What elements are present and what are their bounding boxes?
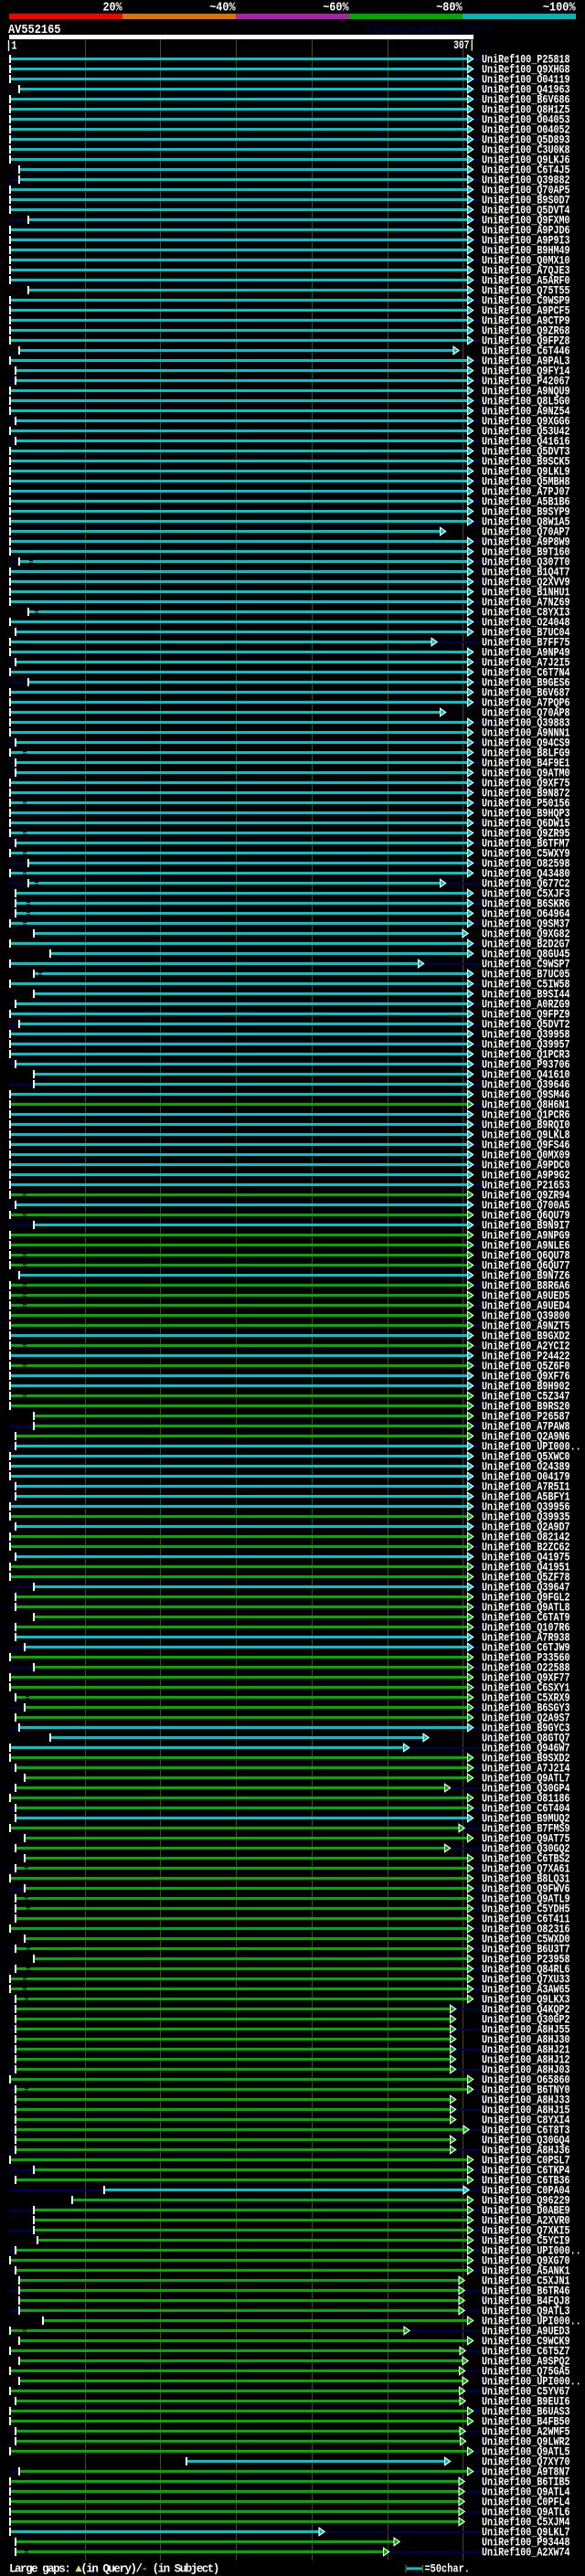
- svg-text:~100%: ~100%: [543, 2, 576, 16]
- svg-text:20%: 20%: [103, 2, 123, 16]
- svg-text:~80%: ~80%: [436, 2, 463, 16]
- svg-text:Large gaps: ▲(in Query)/- (in: Large gaps: ▲(in Query)/- (in Subject): [9, 2563, 218, 2576]
- svg-text:AlignView.pm Beta rel.7: AlignView.pm Beta rel.7: [366, 24, 493, 37]
- svg-text:UniRef100_A2XW74: UniRef100_A2XW74: [482, 2547, 570, 2560]
- svg-text:307|: 307|: [453, 39, 474, 52]
- svg-text:|1: |1: [6, 40, 17, 53]
- svg-text:~60%: ~60%: [323, 2, 349, 16]
- svg-text:=50char.: =50char.: [425, 2563, 471, 2576]
- svg-text:~40%: ~40%: [209, 2, 236, 16]
